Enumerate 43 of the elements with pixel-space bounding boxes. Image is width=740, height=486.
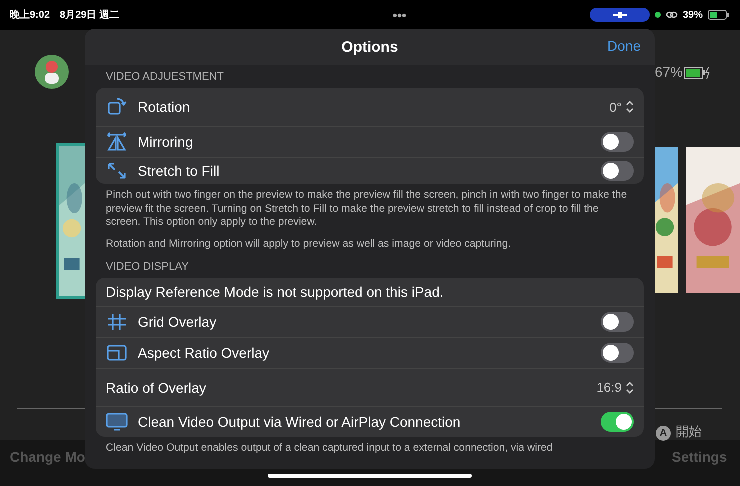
value-picker[interactable]: 16:9	[596, 380, 634, 395]
battery-icon	[708, 10, 730, 20]
avatar[interactable]	[35, 55, 69, 89]
charging-battery-icon	[684, 67, 712, 79]
stepper-chevron-icon	[626, 382, 634, 394]
aspect-ratio-icon	[106, 343, 128, 363]
option-label: Stretch to Fill	[138, 163, 221, 179]
done-button[interactable]: Done	[608, 38, 641, 54]
sheet-title: Options	[342, 38, 398, 56]
footnote-text: Pinch out with two finger on the preview to make the preview fill the screen, pinch in with two finger to make the preview fit the screen. Turning on Stretch to Fill to make the preview stretch to fill instead of crop to fill the screen. This option only apply to the preview.	[106, 189, 628, 230]
monitor-icon	[106, 412, 128, 432]
footnote-text: Clean Video Output enables output of a clean captured input to a external connection, via wired	[106, 442, 554, 456]
option-label: Rotation	[138, 99, 192, 115]
stepper-chevron-icon	[626, 101, 634, 113]
expand-icon	[106, 161, 128, 181]
toggle-switch[interactable]	[601, 312, 634, 332]
battery-percent: 39%	[682, 10, 703, 20]
option-label: Clean Video Output via Wired or AirPlay Connection	[138, 414, 462, 430]
time-text: 晚上9:02	[10, 8, 50, 22]
option-label: Mirroring	[138, 134, 194, 150]
toggle-switch[interactable]	[601, 132, 634, 152]
option-label: Ratio of Overlay	[106, 380, 208, 396]
toggle-switch[interactable]	[601, 161, 634, 181]
section-header: VIDEO ADJUESTMENT	[105, 70, 225, 85]
option-label: Grid Overlay	[138, 314, 218, 330]
info-text: Display Reference Mode is not supported on this iPad.	[106, 284, 445, 300]
date-text: 8月29日 週二	[60, 8, 120, 22]
avatar-figure-icon	[42, 60, 62, 84]
camera-indicator-dot	[654, 12, 661, 18]
grid-icon	[106, 312, 128, 332]
section-header: VIDEO DISPLAY	[105, 260, 190, 275]
toggle-switch[interactable]	[601, 343, 634, 363]
rotate-icon	[106, 97, 128, 117]
multitasking-dots[interactable]: •••	[392, 8, 407, 22]
screen-recording-indicator[interactable]	[590, 8, 650, 22]
start-hint[interactable]: A 開始	[656, 424, 702, 439]
link-icon	[666, 11, 678, 19]
value-picker[interactable]: 0°	[610, 100, 634, 114]
mirror-icon	[106, 132, 128, 152]
toggle-switch[interactable]	[601, 412, 634, 432]
controller-battery-text: 67%	[655, 64, 684, 80]
footnote-text: Rotation and Mirroring option will apply to preview as well as image or video capturing.	[106, 238, 512, 251]
option-label: Aspect Ratio Overlay	[138, 345, 270, 361]
